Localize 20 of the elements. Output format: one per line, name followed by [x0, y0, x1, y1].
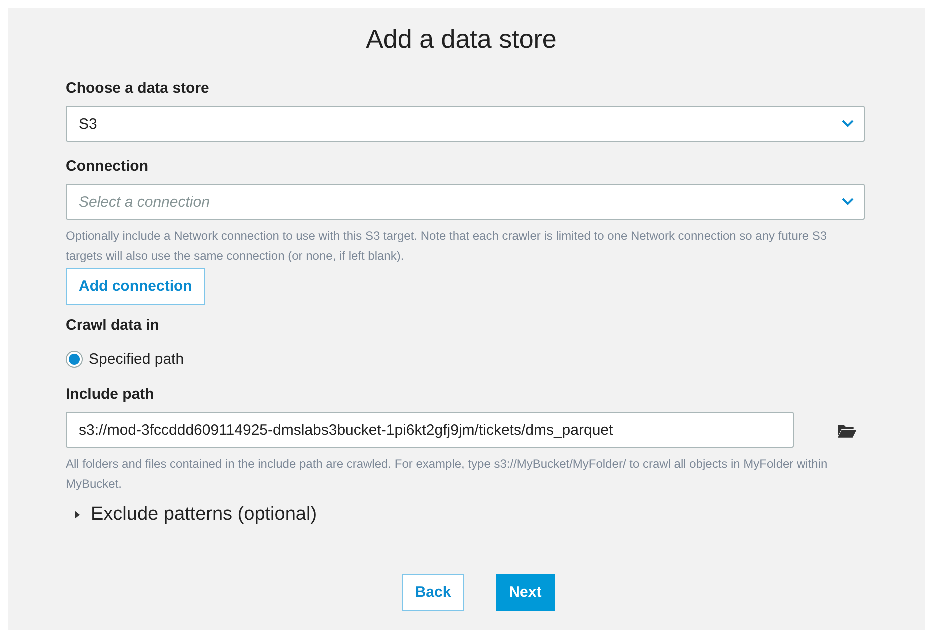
- caret-right-icon[interactable]: [74, 510, 81, 520]
- field-label: Crawl data in: [66, 317, 160, 335]
- data-store-select[interactable]: S3: [66, 106, 865, 142]
- back-button[interactable]: Back: [402, 574, 464, 611]
- field-label: Connection: [66, 158, 150, 176]
- add-connection-button[interactable]: Add connection: [66, 268, 206, 305]
- field-label: Include path: [66, 386, 156, 404]
- include-path-field[interactable]: s3://mod-3fccddd609114925-dmslabs3bucket-1pi6kt2gfj9jm/tickets/dms_parquet: [66, 412, 794, 448]
- field-label: Choose a data store: [66, 80, 210, 98]
- next-button[interactable]: Next: [496, 574, 555, 611]
- help-text: All folders and files contained in the include path are crawled. For example, type s3://MyBucket/MyFolder/ to crawl all objects in MyFolder within MyBucket.: [66, 456, 829, 493]
- exclude-patterns-toggle[interactable]: Exclude patterns (optional): [91, 504, 318, 526]
- connection-select[interactable]: Select a connection: [66, 184, 865, 220]
- help-text: Optionally include a Network connection to use with this S3 target. Note that each crawler is limited to one Network connection so any future S3 targets will also use the same connection (or none, if left blank).: [66, 228, 828, 265]
- chevron-down-icon: [842, 120, 854, 128]
- radio-button[interactable]: [66, 351, 83, 368]
- folder-icon[interactable]: [838, 422, 857, 438]
- radio-label: Specified path: [89, 351, 184, 368]
- page-title: Add a data store: [365, 23, 558, 56]
- chevron-down-icon: [842, 198, 854, 206]
